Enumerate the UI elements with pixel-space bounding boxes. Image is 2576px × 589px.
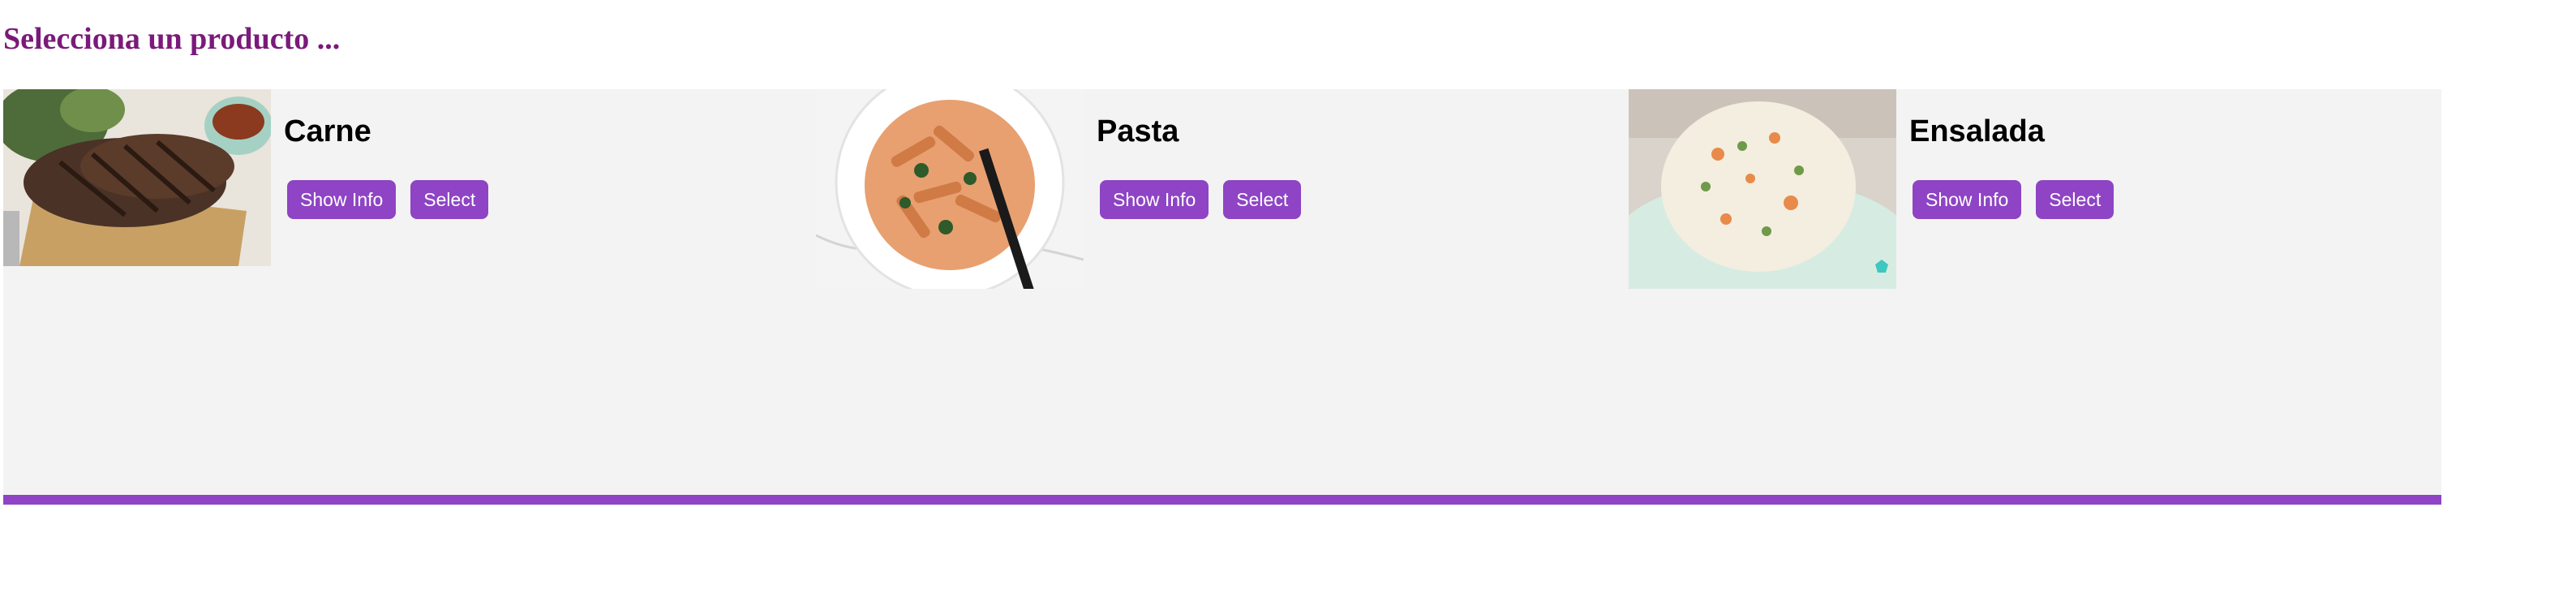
- select-button[interactable]: Select: [2036, 180, 2114, 219]
- product-image-pasta: [816, 89, 1084, 289]
- product-card-carne: Carne Show Info Select: [3, 89, 816, 495]
- product-info-pasta: Pasta Show Info Select: [1084, 89, 1302, 219]
- show-info-button[interactable]: Show Info: [287, 180, 397, 219]
- product-card-ensalada: Ensalada Show Info Select: [1629, 89, 2441, 495]
- product-image-ensalada: [1629, 89, 1896, 289]
- product-info-carne: Carne Show Info Select: [271, 89, 489, 219]
- show-info-button[interactable]: Show Info: [1100, 180, 1209, 219]
- product-actions: Show Info Select: [1100, 180, 1302, 219]
- product-name: Pasta: [1097, 114, 1179, 148]
- show-info-button[interactable]: Show Info: [1913, 180, 2022, 219]
- page-title: Selecciona un producto ...: [3, 22, 341, 56]
- product-card-pasta: Pasta Show Info Select: [816, 89, 1629, 495]
- product-image-carne: [3, 89, 271, 266]
- product-name: Carne: [284, 114, 371, 148]
- products-panel: Carne Show Info Select Pasta Show Info S…: [3, 89, 2441, 505]
- select-button[interactable]: Select: [1223, 180, 1302, 219]
- product-actions: Show Info Select: [287, 180, 489, 219]
- product-actions: Show Info Select: [1913, 180, 2114, 219]
- product-info-ensalada: Ensalada Show Info Select: [1896, 89, 2114, 219]
- page: Selecciona un producto ... Carne Show In…: [0, 0, 2576, 589]
- product-name: Ensalada: [1909, 114, 2045, 148]
- select-button[interactable]: Select: [410, 180, 489, 219]
